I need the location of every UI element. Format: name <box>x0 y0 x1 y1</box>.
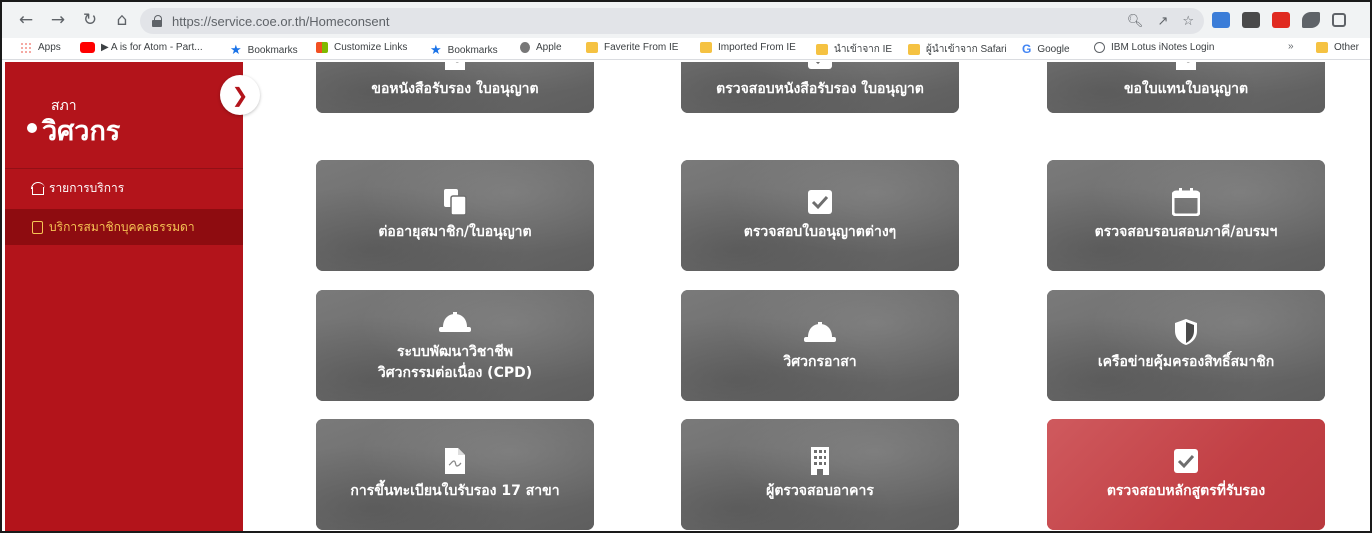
card-check-exam-rounds[interactable]: ตรวจสอบรอบสอบภาคี/อบรมฯ <box>1047 160 1325 271</box>
url-text[interactable]: https://service.coe.or.th/Homeconsent <box>172 14 390 29</box>
card-label: ตรวจสอบใบอนุญาตต่างๆ <box>743 224 897 240</box>
share-icon[interactable]: ↗ <box>1157 14 1168 29</box>
bookmark-bookmarks-1[interactable]: ★ Bookmarks <box>230 42 298 58</box>
document-icon <box>444 62 466 71</box>
bookmark-apple[interactable]: Apple <box>520 42 562 53</box>
card-renew-membership[interactable]: ต่ออายุสมาชิก/ใบอนุญาต <box>316 160 594 271</box>
bookmark-bookmarks-2[interactable]: ★ Bookmarks <box>430 42 498 58</box>
bookmark-thai-ie[interactable]: นำเข้าจาก IE <box>816 42 892 57</box>
globe-icon <box>1094 42 1105 53</box>
star-icon: ★ <box>230 42 242 57</box>
hard-hat-icon <box>438 308 472 336</box>
home-icon <box>31 181 45 195</box>
google-icon: G <box>1022 42 1032 56</box>
bookmark-other[interactable]: Other <box>1316 42 1359 53</box>
card-building-inspector[interactable]: ผู้ตรวจสอบอาคาร <box>681 419 959 530</box>
folder-icon <box>1316 42 1328 53</box>
zoom-icon[interactable]: 🔍︎ <box>1127 14 1144 29</box>
copy-files-icon <box>443 188 467 216</box>
reload-icon[interactable]: ↻ <box>76 6 104 34</box>
card-member-rights-network[interactable]: เครือข่ายคุ้มครองสิทธิ์สมาชิก <box>1047 290 1325 401</box>
card-cpd-system[interactable]: ระบบพัฒนาวิชาชีพวิศวกรรมต่อเนื่อง (CPD) <box>316 290 594 401</box>
card-verify-licenses[interactable]: ตรวจสอบใบอนุญาตต่างๆ <box>681 160 959 271</box>
card-request-certificate[interactable]: ขอหนังสือรับรอง ใบอนุญาต <box>316 62 594 113</box>
card-label: ขอหนังสือรับรอง ใบอนุญาต <box>371 81 539 97</box>
card-verify-certificate[interactable]: ตรวจสอบหนังสือรับรอง ใบอนุญาต <box>681 62 959 113</box>
side-panel-icon[interactable] <box>1332 13 1346 27</box>
folder-icon <box>816 44 828 55</box>
bookmark-customize-links[interactable]: Customize Links <box>316 42 407 53</box>
card-label: ขอใบแทนใบอนุญาต <box>1123 81 1249 97</box>
youtube-icon <box>80 42 95 53</box>
calendar-icon <box>1172 188 1200 216</box>
document-icon <box>444 447 466 475</box>
sidebar-item-individual-member-services[interactable]: บริการสมาชิกบุคคลธรรมดา <box>5 209 243 245</box>
bookmark-youtube[interactable]: ▶ A is for Atom - Part... <box>80 42 203 53</box>
card-verify-accredited-courses[interactable]: ตรวจสอบหลักสูตรที่รับรอง <box>1047 419 1325 530</box>
bookmark-ibm-lotus[interactable]: IBM Lotus iNotes Login <box>1094 42 1214 53</box>
sidebar-toggle-chevron-right-icon[interactable]: ❯ <box>220 75 260 115</box>
card-label-line2: วิศวกรรมต่อเนื่อง (CPD) <box>377 364 533 381</box>
bookmark-star-icon[interactable]: ☆ <box>1182 14 1194 29</box>
folder-icon <box>586 42 598 53</box>
check-square-icon <box>1173 447 1199 475</box>
sidebar: สภา วิศวกร ❯ รายการบริการ บริการสมาชิกบุ… <box>5 62 260 531</box>
card-label: ตรวจสอบหนังสือรับรอง ใบอนุญาต <box>716 81 924 97</box>
windows-icon <box>316 42 328 53</box>
building-icon <box>809 447 831 475</box>
bookmark-google[interactable]: G Google <box>1022 42 1070 56</box>
apple-icon <box>520 42 530 53</box>
card-label: เครือข่ายคุ้มครองสิทธิ์สมาชิก <box>1097 354 1275 370</box>
lock-icon[interactable] <box>152 15 162 27</box>
card-label: ผู้ตรวจสอบอาคาร <box>766 483 874 499</box>
card-label: วิศวกรอาสา <box>783 354 857 370</box>
address-bar[interactable]: https://service.coe.or.th/Homeconsent 🔍︎… <box>140 8 1204 34</box>
extension-gallery-icon[interactable] <box>1242 12 1260 28</box>
services-grid: ขอหนังสือรับรอง ใบอนุญาต ตรวจสอบหนังสือรั… <box>243 62 1370 531</box>
forward-icon[interactable]: → <box>44 6 72 34</box>
star-icon: ★ <box>430 42 442 57</box>
extension-pdf-icon[interactable] <box>1272 12 1290 28</box>
browser-toolbar: ← → ↻ ⌂ https://service.coe.or.th/Homeco… <box>2 2 1370 38</box>
sidebar-item-services[interactable]: รายการบริการ <box>5 170 243 206</box>
back-icon[interactable]: ← <box>12 6 40 34</box>
shield-icon <box>1173 318 1199 346</box>
logo-dot <box>27 123 37 133</box>
document-icon <box>1175 62 1197 71</box>
bookmark-imported-from-ie[interactable]: Imported From IE <box>700 42 796 53</box>
hard-hat-icon <box>803 318 837 346</box>
card-volunteer-engineer[interactable]: วิศวกรอาสา <box>681 290 959 401</box>
extension-printer-icon[interactable] <box>1212 12 1230 28</box>
check-square-icon <box>807 188 833 216</box>
sidebar-divider <box>5 168 243 169</box>
card-replacement-license[interactable]: ขอใบแทนใบอนุญาต <box>1047 62 1325 113</box>
folder-icon <box>700 42 712 53</box>
card-label: ตรวจสอบรอบสอบภาคี/อบรมฯ <box>1094 224 1278 240</box>
browser-window: ← → ↻ ⌂ https://service.coe.or.th/Homeco… <box>0 0 1372 533</box>
folder-icon <box>908 44 920 55</box>
card-label: ต่ออายุสมาชิก/ใบอนุญาต <box>378 224 532 240</box>
apps-grid-icon <box>20 42 32 53</box>
clipboard-icon <box>31 220 45 234</box>
check-square-icon <box>807 62 833 71</box>
card-label: การขึ้นทะเบียนใบรับรอง 17 สาขา <box>350 483 560 499</box>
bookmark-apps[interactable]: Apps <box>20 42 61 53</box>
card-label: ตรวจสอบหลักสูตรที่รับรอง <box>1106 483 1266 499</box>
extensions-puzzle-icon[interactable] <box>1302 12 1320 28</box>
bookmark-thai-safari[interactable]: ผู้นำเข้าจาก Safari <box>908 42 1007 57</box>
card-label: ระบบพัฒนาวิชาชีพ <box>396 343 514 360</box>
card-register-17-branches[interactable]: การขึ้นทะเบียนใบรับรอง 17 สาขา <box>316 419 594 530</box>
bookmark-faverite-from-ie[interactable]: Faverite From IE <box>586 42 678 53</box>
home-icon[interactable]: ⌂ <box>108 6 136 34</box>
bookmarks-overflow-icon[interactable]: » <box>1288 41 1294 52</box>
bookmarks-bar: Apps ▶ A is for Atom - Part... ★ Bookmar… <box>2 38 1370 60</box>
